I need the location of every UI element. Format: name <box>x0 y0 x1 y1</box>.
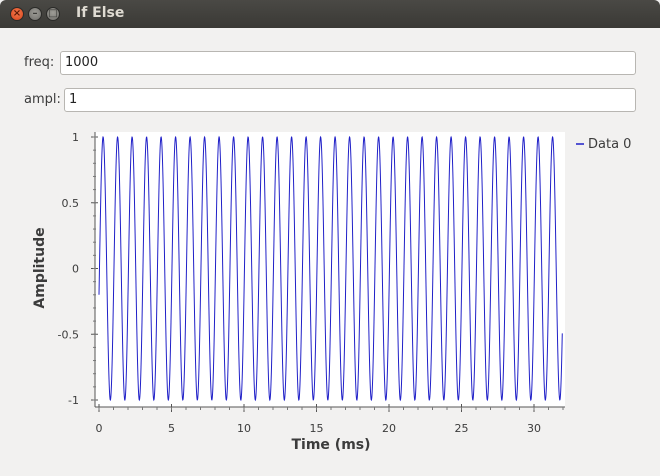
legend-label-data-0: Data 0 <box>588 137 631 152</box>
x-tick-label: 15 <box>310 422 324 435</box>
y-tick-label: 0 <box>72 263 79 276</box>
y-tick-label: -0.5 <box>58 328 79 341</box>
x-tick-label: 30 <box>527 422 541 435</box>
x-tick-label: 20 <box>382 422 396 435</box>
time-domain-plot[interactable]: -1-0.500.510 5 10 15 20 25 30 Data 0 Time (ms)… <box>0 0 660 476</box>
x-axis-label: Time (ms) <box>291 437 370 453</box>
y-axis-label: Amplitude <box>32 227 48 308</box>
legend: Data 0 <box>576 137 631 152</box>
y-tick-label: 1 <box>72 131 79 144</box>
y-tick-label: 0.5 <box>62 197 80 210</box>
x-tick-label: 10 <box>237 422 251 435</box>
y-tick-label: -1 <box>68 394 79 407</box>
x-tick-label: 5 <box>168 422 175 435</box>
x-tick-label: 25 <box>455 422 469 435</box>
x-tick-label: 0 <box>96 422 103 435</box>
